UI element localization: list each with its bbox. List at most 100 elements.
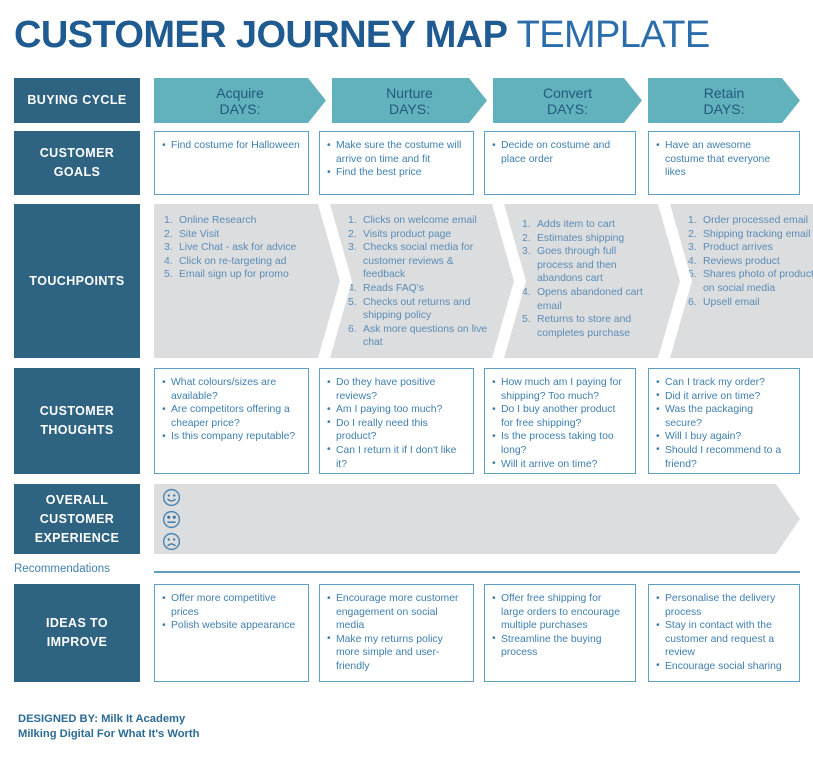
stage-chevron-retain[interactable]: Retain DAYS: — [648, 78, 800, 123]
list-item: Encourage social sharing — [656, 659, 791, 674]
thoughts-card-convert[interactable]: How much am I paying for shipping? Too m… — [484, 368, 636, 474]
bullet-list: Personalise the delivery process Stay in… — [656, 591, 791, 674]
experience-band[interactable] — [154, 484, 800, 554]
list-item: Opens abandoned cart email — [537, 286, 643, 312]
bullet-list: Can I track my order? Did it arrive on t… — [656, 376, 791, 471]
stage-chevron-acquire[interactable]: Acquire DAYS: — [154, 78, 326, 123]
numbered-list: Online Research Site Visit Live Chat - a… — [164, 214, 314, 282]
bullet-list: Encourage more customer engagement on so… — [327, 592, 465, 674]
row-label-line2: THOUGHTS — [40, 423, 114, 437]
list-item: Adds item to cart — [537, 219, 615, 230]
list-item: Personalise the delivery process — [656, 591, 791, 619]
stage-chevron-convert[interactable]: Convert DAYS: — [493, 78, 642, 123]
list-item: Did it arrive on time? — [656, 389, 791, 404]
row-label-text: TOUCHPOINTS — [29, 273, 125, 288]
row-label-customer-thoughts: CUSTOMER THOUGHTS — [14, 368, 140, 474]
thoughts-card-acquire[interactable]: What colours/sizes are available? Are co… — [154, 368, 309, 474]
list-item: Polish website appearance — [162, 619, 300, 633]
list-item: Will I buy again? — [656, 430, 791, 444]
list-item: Checks out returns and shipping policy — [363, 296, 471, 322]
goals-card-nurture[interactable]: Make sure the costume will arrive on tim… — [319, 131, 474, 195]
row-label-customer-goals: CUSTOMER GOALS — [14, 131, 140, 195]
list-item: Do I buy another product for free shippi… — [492, 403, 627, 430]
list-item: Find costume for Halloween — [162, 139, 300, 153]
row-label-buying-cycle: BUYING CYCLE — [14, 78, 140, 123]
thoughts-card-nurture[interactable]: Do they have positive reviews? Am I payi… — [319, 368, 474, 474]
list-item: Email sign up for promo — [179, 269, 289, 281]
list-item: Offer more competitive prices — [162, 591, 300, 619]
footer-line2: Milking Digital For What It's Worth — [18, 727, 200, 740]
recommendations-label: Recommendations — [14, 563, 110, 575]
row-label-line2: IMPROVE — [46, 635, 108, 649]
list-item: Decide on costume and place order — [492, 138, 627, 166]
row-label-overall-experience: OVERALL CUSTOMER EXPERIENCE — [14, 484, 140, 554]
row-label-line1: OVERALL — [45, 492, 109, 507]
bullet-list: What colours/sizes are available? Are co… — [162, 375, 300, 444]
row-label-line1: CUSTOMER — [39, 404, 115, 418]
ideas-card-nurture[interactable]: Encourage more customer engagement on so… — [319, 584, 474, 682]
row-buying-cycle: BUYING CYCLE Acquire DAYS: Nurture DAYS:… — [14, 78, 800, 123]
stage-days: DAYS: — [547, 100, 588, 117]
goals-card-retain[interactable]: Have an awesome costume that everyone li… — [648, 131, 800, 195]
row-label-line1: IDEAS TO — [45, 616, 108, 630]
bullet-list: Decide on costume and place order — [492, 138, 627, 166]
list-item: Is this company reputable? — [162, 430, 300, 444]
footer-line1: DESIGNED BY: Milk It Academy — [18, 713, 186, 725]
list-item: Was the packaging secure? — [656, 403, 791, 430]
touchpoints-chevron-retain[interactable]: Order processed email Shipping tracking … — [670, 204, 813, 358]
ideas-card-convert[interactable]: Offer free shipping for large orders to … — [484, 584, 636, 682]
bullet-list: Offer free shipping for large orders to … — [492, 592, 627, 660]
neutral-face-icon[interactable] — [162, 510, 181, 529]
page-title-bold: CUSTOMER JOURNEY MAP — [14, 14, 508, 56]
list-item: Shares photo of product on social media — [703, 269, 813, 294]
ideas-card-retain[interactable]: Personalise the delivery process Stay in… — [648, 584, 800, 682]
list-item: Live Chat - ask for advice — [179, 242, 297, 254]
list-item: What colours/sizes are available? — [162, 375, 300, 403]
recommendations-divider: Recommendations — [14, 562, 800, 584]
list-item: Find the best price — [327, 166, 465, 180]
row-overall-experience: OVERALL CUSTOMER EXPERIENCE — [14, 484, 800, 554]
row-customer-goals: CUSTOMER GOALS Find costume for Hallowee… — [14, 131, 800, 195]
journey-grid: BUYING CYCLE Acquire DAYS: Nurture DAYS:… — [14, 78, 800, 682]
goals-card-acquire[interactable]: Find costume for Halloween — [154, 131, 309, 195]
row-label-line2: CUSTOMER — [39, 511, 115, 526]
list-item: Can I track my order? — [656, 376, 791, 390]
stage-name: Convert — [542, 84, 593, 101]
bullet-list: Offer more competitive prices Polish web… — [162, 591, 300, 633]
bullet-list: How much am I paying for shipping? Too m… — [492, 375, 627, 471]
list-item: Estimates shipping — [537, 232, 625, 244]
footer-credit: DESIGNED BY: Milk It Academy Milking Dig… — [18, 712, 199, 741]
list-item: Upsell email — [703, 296, 760, 308]
stage-name: Acquire — [216, 84, 264, 101]
touchpoints-chevron-nurture[interactable]: Clicks on welcome email Visits product p… — [330, 204, 514, 358]
list-item: How much am I paying for shipping? Too m… — [492, 375, 627, 403]
page-title: CUSTOMER JOURNEY MAP TEMPLATE — [14, 12, 710, 58]
touchpoints-chevron-convert[interactable]: Adds item to cart Estimates shipping Goe… — [504, 204, 680, 358]
sad-face-icon[interactable] — [162, 532, 181, 551]
numbered-list: Clicks on welcome email Visits product p… — [348, 214, 488, 350]
goals-card-convert[interactable]: Decide on costume and place order — [484, 131, 636, 195]
list-item: Click on re-targeting ad — [179, 255, 287, 267]
happy-face-icon[interactable] — [162, 488, 181, 507]
buying-cycle-stages: Acquire DAYS: Nurture DAYS: Convert DAYS… — [154, 78, 800, 123]
touchpoints-chevron-acquire[interactable]: Online Research Site Visit Live Chat - a… — [154, 204, 340, 358]
thoughts-card-retain[interactable]: Can I track my order? Did it arrive on t… — [648, 368, 800, 474]
list-item: Do they have positive reviews? — [327, 375, 465, 403]
list-item: Returns to store and completes purchase — [537, 314, 632, 339]
list-item: Am I paying too much? — [327, 403, 465, 417]
list-item: Clicks on welcome email — [363, 215, 477, 226]
list-item: Have an awesome costume that everyone li… — [656, 139, 791, 180]
list-item: Checks social media for customer reviews… — [363, 242, 474, 281]
ideas-card-acquire[interactable]: Offer more competitive prices Polish web… — [154, 584, 309, 682]
stage-name: Retain — [703, 84, 745, 101]
stage-days: DAYS: — [703, 100, 745, 117]
stage-days: DAYS: — [389, 100, 430, 117]
row-customer-thoughts: CUSTOMER THOUGHTS What colours/sizes are… — [14, 368, 800, 474]
stage-chevron-nurture[interactable]: Nurture DAYS: — [332, 78, 487, 123]
list-item: Reads FAQ's — [363, 282, 424, 294]
row-label-line2: GOALS — [53, 165, 101, 179]
list-item: Make sure the costume will arrive on tim… — [327, 138, 465, 166]
row-label-line3: EXPERIENCE — [34, 530, 120, 545]
list-item: Is the process taking too long? — [492, 430, 627, 457]
list-item: Goes through full process and then aband… — [537, 246, 617, 285]
